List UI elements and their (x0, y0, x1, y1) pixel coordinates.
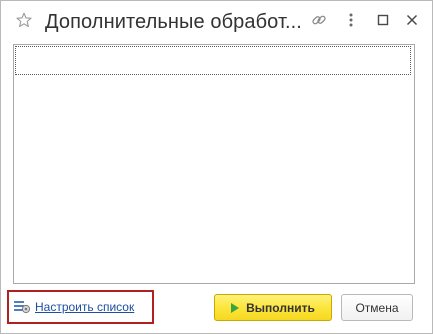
cancel-button[interactable]: Отмена (341, 294, 413, 321)
star-icon[interactable] (15, 11, 33, 29)
run-button-label: Выполнить (246, 300, 315, 315)
processing-list[interactable] (13, 44, 415, 284)
restore-icon[interactable] (374, 11, 392, 29)
more-icon[interactable] (342, 11, 360, 29)
close-icon[interactable] (403, 11, 421, 29)
list-row[interactable] (15, 46, 411, 75)
cancel-button-label: Отмена (355, 300, 399, 315)
configure-list-label[interactable]: Настроить список (35, 299, 134, 315)
list-settings-icon (13, 299, 31, 315)
run-button[interactable]: Выполнить (214, 294, 332, 321)
play-icon (231, 302, 240, 313)
link-icon[interactable] (310, 11, 328, 29)
dialog-window: Дополнительные обработ... Настроить спис… (0, 0, 433, 334)
configure-list-link[interactable]: Настроить список (13, 299, 134, 315)
window-title: Дополнительные обработ... (45, 11, 302, 33)
